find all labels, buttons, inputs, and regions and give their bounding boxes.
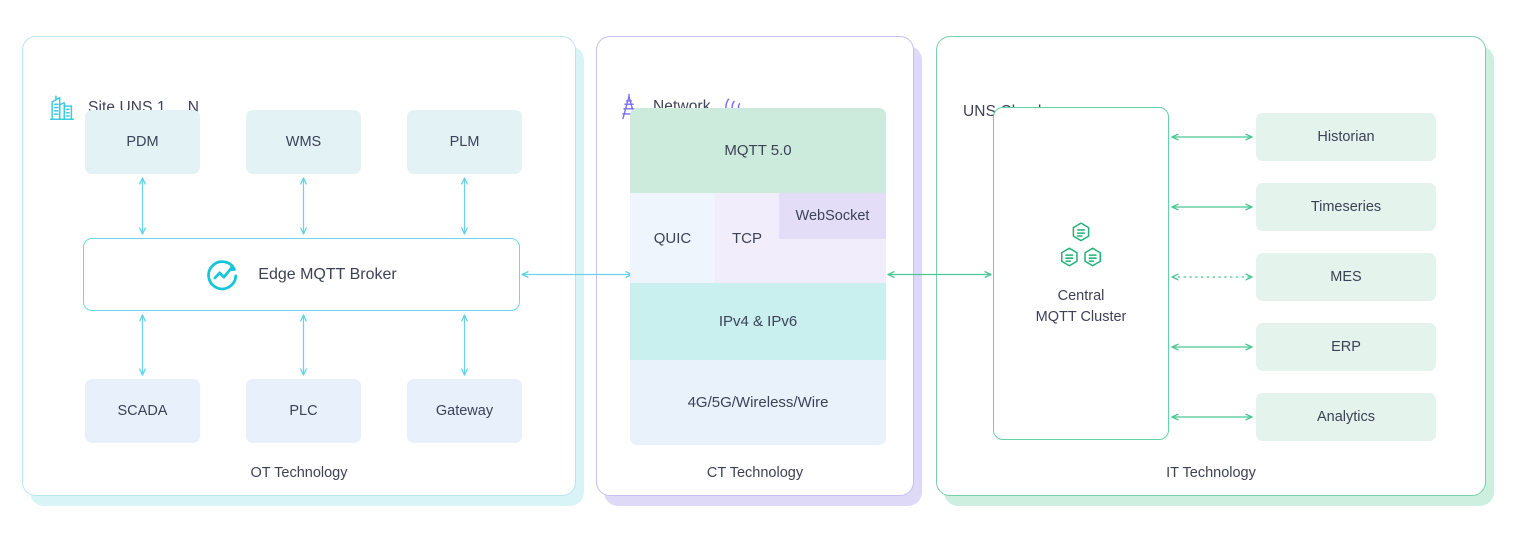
ct-layer-mqtt5[interactable]: MQTT 5.0 bbox=[630, 108, 886, 193]
it-node-label: MES bbox=[1330, 269, 1362, 285]
ot-node-label: SCADA bbox=[117, 403, 168, 419]
ot-node-label: WMS bbox=[285, 134, 322, 150]
ct-layer-label: WebSocket bbox=[795, 208, 870, 224]
ot-node-plc[interactable]: PLC bbox=[246, 379, 361, 443]
ct-layer-label: TCP bbox=[732, 229, 762, 247]
cluster-label-line2: MQTT Cluster bbox=[1035, 308, 1127, 325]
ct-layer-label: QUIC bbox=[653, 229, 692, 247]
it-node-label: Historian bbox=[1317, 129, 1375, 145]
emqx-logo-icon bbox=[206, 258, 240, 292]
ct-layer-label: 4G/5G/Wireless/Wire bbox=[687, 394, 829, 411]
it-node-label: Analytics bbox=[1316, 409, 1376, 425]
edge-mqtt-broker-label: Edge MQTT Broker bbox=[258, 265, 397, 283]
ot-node-pdm[interactable]: PDM bbox=[85, 110, 200, 174]
ct-layer-label: MQTT 5.0 bbox=[724, 142, 792, 159]
hexagon-cluster-icon bbox=[1055, 220, 1107, 272]
central-mqtt-cluster-node[interactable]: Central MQTT Cluster bbox=[993, 107, 1169, 440]
ot-node-gateway[interactable]: Gateway bbox=[407, 379, 522, 443]
it-node-mes[interactable]: MES bbox=[1256, 253, 1436, 301]
ct-layer-quic[interactable]: QUIC bbox=[630, 193, 715, 283]
ct-layer-websocket[interactable]: WebSocket bbox=[779, 193, 886, 239]
cluster-label-line1: Central bbox=[1057, 287, 1105, 304]
ot-node-label: PLC bbox=[289, 403, 318, 419]
ct-layer-tcp[interactable]: TCP bbox=[715, 193, 779, 283]
ot-node-label: PDM bbox=[126, 134, 159, 150]
ct-layer-label: IPv4 & IPv6 bbox=[718, 313, 798, 330]
ct-layer-ip[interactable]: IPv4 & IPv6 bbox=[630, 283, 886, 360]
ot-node-wms[interactable]: WMS bbox=[246, 110, 361, 174]
edge-mqtt-broker-node[interactable]: Edge MQTT Broker bbox=[83, 238, 520, 311]
ot-node-label: PLM bbox=[449, 134, 480, 150]
ot-node-scada[interactable]: SCADA bbox=[85, 379, 200, 443]
central-mqtt-cluster-label: Central MQTT Cluster bbox=[1036, 286, 1127, 327]
ot-node-plm[interactable]: PLM bbox=[407, 110, 522, 174]
diagram-canvas: Site UNS 1 ... N OT Technology PDM WMS P… bbox=[0, 0, 1520, 545]
it-node-historian[interactable]: Historian bbox=[1256, 113, 1436, 161]
ot-node-label: Gateway bbox=[435, 403, 494, 419]
it-node-erp[interactable]: ERP bbox=[1256, 323, 1436, 371]
it-node-timeseries[interactable]: Timeseries bbox=[1256, 183, 1436, 231]
it-node-label: ERP bbox=[1331, 339, 1361, 355]
it-node-analytics[interactable]: Analytics bbox=[1256, 393, 1436, 441]
ct-layer-physical[interactable]: 4G/5G/Wireless/Wire bbox=[630, 360, 886, 445]
it-node-label: Timeseries bbox=[1310, 199, 1382, 215]
